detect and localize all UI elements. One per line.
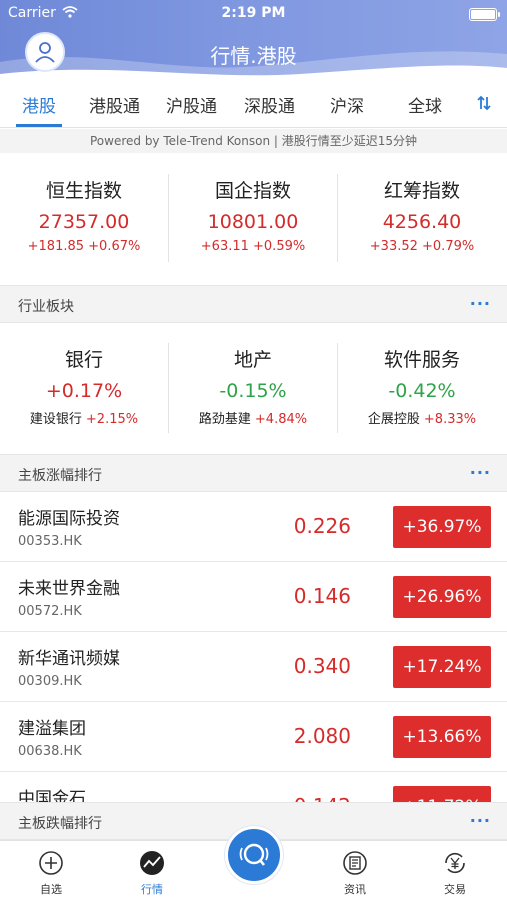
voice-search-icon — [239, 843, 269, 866]
tab-global[interactable]: 全球 — [408, 92, 442, 117]
sort-arrows-icon[interactable] — [477, 95, 491, 111]
nav-label: 行情 — [141, 883, 163, 896]
table-row[interactable]: 建溢集团 00638.HK 2.080 +13.66% — [0, 702, 507, 772]
tab-hk-stocks[interactable]: 港股 — [22, 92, 56, 117]
table-row[interactable]: 新华通讯频媒 00309.HK 0.340 +17.24% — [0, 632, 507, 702]
tab-shanghai-connect[interactable]: 沪股通 — [166, 92, 217, 117]
stock-name: 中国金石 — [18, 789, 86, 802]
stock-name: 建溢集团 — [18, 719, 86, 739]
change-badge: +11.72% — [393, 786, 491, 802]
gainers-section-header: 主板涨幅排行 ··· — [0, 454, 507, 492]
index-name: 国企指数 — [214, 180, 291, 202]
page-title: 行情.港股 — [210, 44, 297, 68]
section-title: 主板涨幅排行 — [18, 468, 102, 484]
stock-price: 2.080 — [293, 724, 351, 748]
stock-name: 新华通讯频媒 — [18, 649, 120, 669]
more-icon[interactable]: ··· — [470, 463, 491, 482]
index-panel: 恒生指数 27357.00 +181.85 +0.67% 国企指数 10801.… — [0, 162, 507, 280]
more-icon[interactable]: ··· — [470, 811, 491, 830]
section-title: 行业板块 — [18, 299, 74, 315]
battery-icon — [469, 8, 500, 21]
more-icon[interactable]: ··· — [470, 294, 491, 313]
sector-name: 软件服务 — [383, 349, 460, 371]
section-title: 主板跌幅排行 — [18, 816, 102, 832]
nav-label: 交易 — [444, 883, 466, 896]
sector-leader: 路劲基建 +4.84% — [169, 408, 337, 427]
app-header: Carrier 2:19 PM 行情.港股 — [0, 0, 507, 78]
change-badge: +26.96% — [393, 576, 491, 618]
gainers-list: 能源国际投资 00353.HK 0.226 +36.97% 未来世界金融 005… — [0, 492, 507, 802]
change-badge: +36.97% — [393, 506, 491, 548]
market-tabs: 港股 港股通 沪股通 深股通 沪深 全球 — [0, 78, 507, 128]
plus-circle-icon — [39, 851, 63, 875]
industry-section-header: 行业板块 ··· — [0, 285, 507, 323]
leader-name: 企展控股 — [367, 412, 420, 427]
nav-label: 资讯 — [344, 883, 366, 896]
sector-leader: 企展控股 +8.33% — [338, 408, 506, 427]
change-badge: +17.24% — [393, 646, 491, 688]
tab-hk-connect[interactable]: 港股通 — [89, 92, 140, 117]
stock-code: 00309.HK — [18, 674, 82, 689]
divider — [168, 343, 169, 433]
index-change: +33.52 +0.79% — [369, 239, 475, 254]
leader-name: 建设银行 — [29, 412, 82, 427]
news-icon — [343, 851, 367, 875]
index-card-hsi[interactable]: 恒生指数 27357.00 +181.85 +0.67% — [0, 162, 168, 262]
index-card-hscei[interactable]: 国企指数 10801.00 +63.11 +0.59% — [169, 162, 337, 262]
stock-price: 0.142 — [294, 794, 351, 802]
index-value: 10801.00 — [207, 211, 299, 233]
sector-change: +0.17% — [45, 380, 123, 402]
index-change: +63.11 +0.59% — [200, 239, 306, 254]
active-tab-indicator — [16, 124, 62, 127]
nav-label: 自选 — [40, 883, 62, 896]
tab-hushen[interactable]: 沪深 — [330, 92, 364, 117]
table-row[interactable]: 未来世界金融 00572.HK 0.146 +26.96% — [0, 562, 507, 632]
index-value: 27357.00 — [38, 211, 130, 233]
stock-code: 00353.HK — [18, 534, 82, 549]
nav-watchlist[interactable]: 自选 — [16, 849, 86, 897]
stock-price: 0.226 — [293, 514, 351, 538]
divider — [168, 174, 169, 262]
stock-code: 00572.HK — [18, 604, 82, 619]
change-badge: +13.66% — [393, 716, 491, 758]
divider — [337, 174, 338, 262]
index-change: +181.85 +0.67% — [27, 239, 141, 254]
sector-card-property[interactable]: 地产 -0.15% 路劲基建 +4.84% — [169, 335, 337, 427]
stock-name: 能源国际投资 — [18, 509, 120, 529]
sector-name: 银行 — [64, 349, 103, 371]
tab-shenzhen-connect[interactable]: 深股通 — [244, 92, 295, 117]
stock-price: 0.340 — [293, 654, 351, 678]
clock: 2:19 PM — [221, 5, 286, 21]
leader-change: +2.15% — [85, 412, 139, 427]
sector-name: 地产 — [233, 349, 272, 371]
data-provider-notice: Powered by Tele-Trend Konson | 港股行情至少延迟1… — [0, 129, 507, 153]
index-name: 恒生指数 — [45, 180, 122, 202]
sector-leader: 建设银行 +2.15% — [0, 408, 168, 427]
sector-change: -0.42% — [388, 380, 456, 402]
sector-card-software[interactable]: 软件服务 -0.42% 企展控股 +8.33% — [338, 335, 506, 427]
table-row[interactable]: 能源国际投资 00353.HK 0.226 +36.97% — [0, 492, 507, 562]
nav-news[interactable]: 资讯 — [320, 849, 390, 897]
trend-chart-icon — [140, 851, 164, 875]
index-value: 4256.40 — [382, 211, 462, 233]
leader-change: +4.84% — [254, 412, 308, 427]
stock-name: 未来世界金融 — [18, 579, 120, 599]
leader-name: 路劲基建 — [198, 412, 251, 427]
sector-change: -0.15% — [219, 380, 287, 402]
nav-market[interactable]: 行情 — [117, 849, 187, 897]
divider — [337, 343, 338, 433]
table-row[interactable]: 中国金石 0.142 +11.72% — [0, 772, 507, 802]
sector-card-banks[interactable]: 银行 +0.17% 建设银行 +2.15% — [0, 335, 168, 427]
voice-search-button[interactable] — [225, 826, 283, 884]
yen-trade-icon — [445, 852, 465, 874]
sector-panel: 银行 +0.17% 建设银行 +2.15% 地产 -0.15% 路劲基建 +4.84… — [0, 335, 507, 450]
index-card-hscci[interactable]: 红筹指数 4256.40 +33.52 +0.79% — [338, 162, 506, 262]
leader-change: +8.33% — [423, 412, 477, 427]
status-bar: Carrier 2:19 PM — [0, 4, 507, 24]
nav-trade[interactable]: 交易 — [420, 849, 490, 897]
index-name: 红筹指数 — [383, 180, 460, 202]
stock-code: 00638.HK — [18, 744, 82, 759]
stock-price: 0.146 — [293, 584, 351, 608]
